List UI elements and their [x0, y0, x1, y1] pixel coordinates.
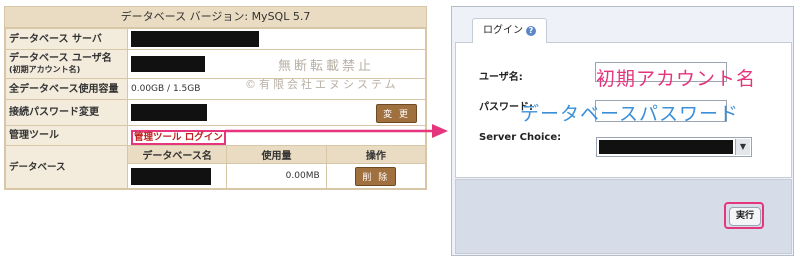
admin-tool-label: 管理ツール: [5, 125, 128, 146]
login-tab[interactable]: ログイン?: [472, 18, 547, 43]
col-db-name: データベース名: [126, 145, 228, 164]
help-icon[interactable]: ?: [526, 26, 536, 36]
redacted-server: [131, 31, 259, 47]
total-usage-value: 0.00GB / 1.5GB: [127, 78, 426, 100]
redacted-password: [131, 104, 207, 121]
redacted-user: [131, 56, 205, 72]
redacted-server-choice: [599, 140, 733, 154]
delete-button[interactable]: 削 除: [355, 166, 397, 186]
login-footer: 実行: [455, 179, 792, 254]
server-choice-label: Server Choice:: [479, 132, 562, 143]
pointer-arrow-icon: [225, 124, 448, 138]
login-form-body: ユーザ名: パスワード: Server Choice: ▼: [455, 42, 792, 178]
total-usage-label: 全データベース使用容量: [5, 78, 128, 100]
db-server-label: データベース サーバ: [5, 28, 128, 50]
database-label: データベース: [5, 145, 128, 189]
username-input[interactable]: [595, 62, 727, 82]
server-info-panel: データベース バージョン: MySQL 5.7 データベース サーバ データベー…: [4, 6, 427, 190]
admin-tool-login-link[interactable]: 管理ツール ログイン: [131, 129, 226, 145]
col-action: 操作: [325, 145, 427, 164]
password-input[interactable]: [595, 100, 727, 122]
login-tab-label: ログイン: [483, 25, 523, 36]
db-user-value: [127, 49, 426, 79]
server-choice-select[interactable]: ▼: [596, 137, 752, 157]
login-dialog: ユーザ名: パスワード: Server Choice: ▼ ログイン? 実行: [451, 6, 794, 256]
col-usage: 使用量: [226, 145, 327, 164]
db-action-cell: 削 除: [325, 163, 427, 189]
password-label: パスワード:: [479, 102, 533, 113]
submit-button[interactable]: 実行: [729, 207, 761, 226]
redacted-db-name: [131, 167, 211, 185]
db-user-label: データベース ユーザ名 (初期アカウント名): [5, 49, 128, 79]
chevron-down-icon[interactable]: ▼: [735, 139, 750, 155]
server-info-table: データベース サーバ データベース ユーザ名 (初期アカウント名) 全データベー…: [5, 28, 427, 189]
username-label: ユーザ名:: [479, 72, 523, 83]
submit-highlight: 実行: [724, 202, 764, 229]
password-change-label: 接続パスワード変更: [5, 99, 128, 126]
db-name-cell: [126, 163, 228, 189]
panel-title: データベース バージョン: MySQL 5.7: [5, 7, 426, 28]
db-usage-cell: 0.00MB: [226, 163, 327, 189]
db-server-value: [127, 28, 426, 50]
